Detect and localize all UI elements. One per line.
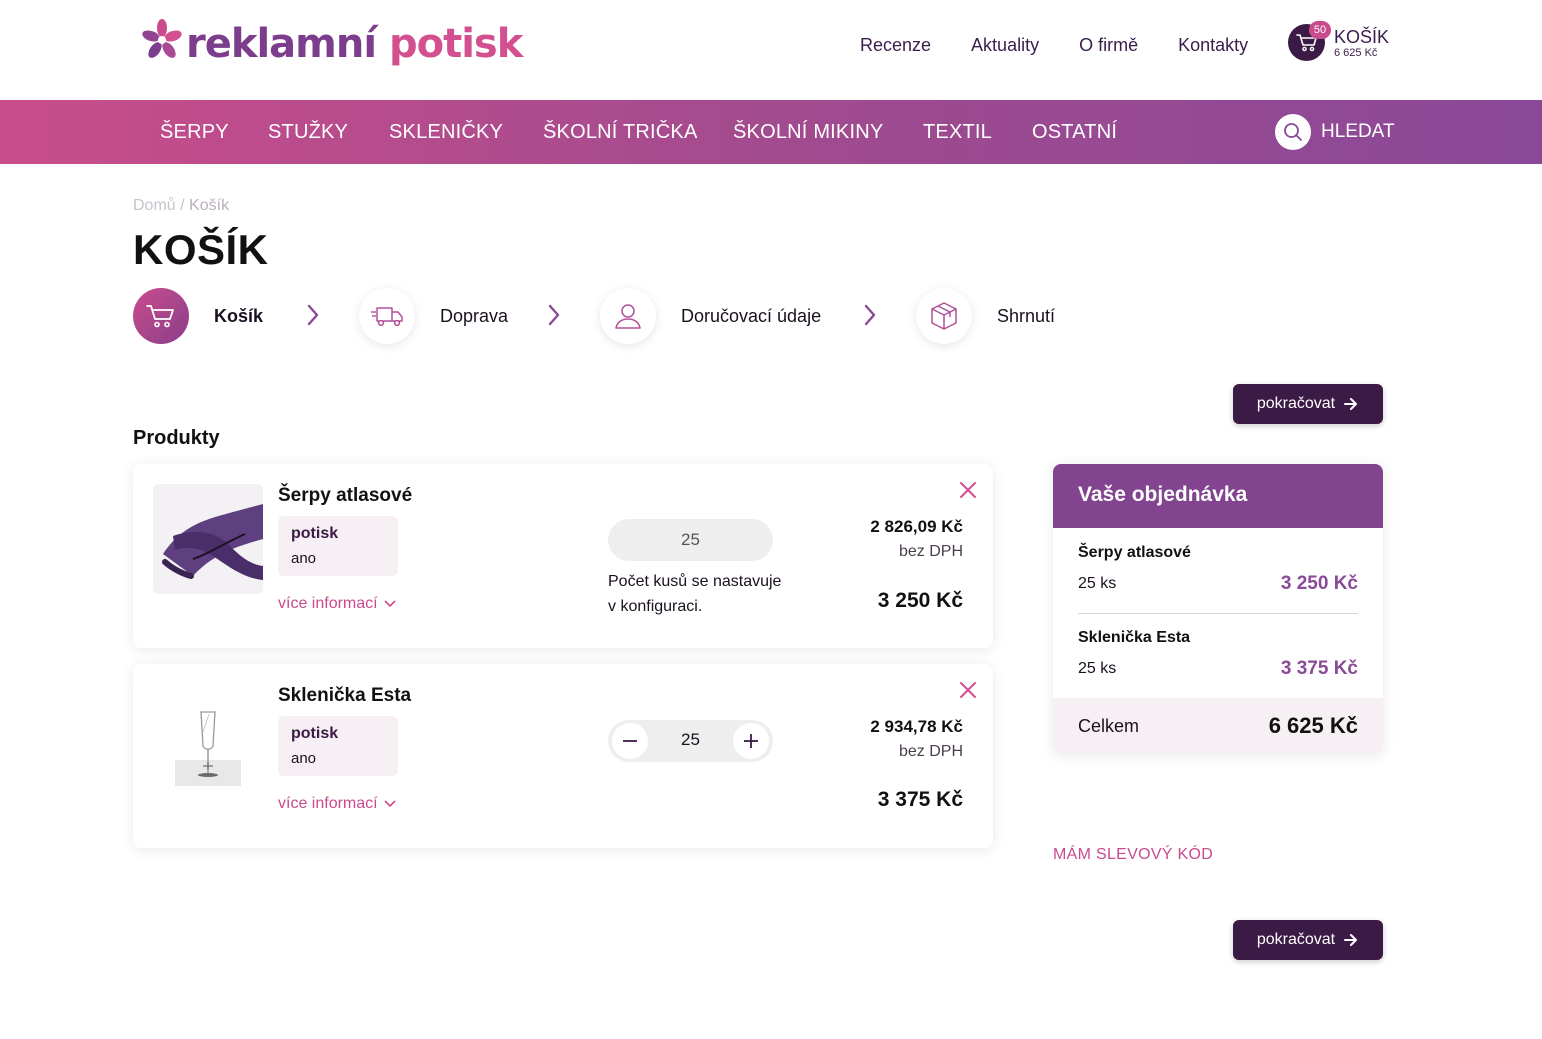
step-label: Shrnutí: [997, 305, 1056, 326]
continue-label: pokračovat: [1256, 395, 1336, 412]
total-value: 6 625 Kč: [1268, 713, 1358, 738]
cart-sum: 6 625 Kč: [1334, 46, 1378, 59]
increase-quantity-button[interactable]: [733, 723, 769, 759]
chevron-right-icon: [547, 303, 561, 332]
step-label: Košík: [214, 305, 264, 326]
page-title: KOŠÍK: [133, 226, 269, 273]
more-info-link[interactable]: více informací: [278, 795, 396, 813]
discount-code-link[interactable]: MÁM SLEVOVÝ KÓD: [1053, 846, 1213, 864]
logo[interactable]: reklamní potisk: [142, 18, 523, 70]
site-header: reklamní potisk Recenze Aktuality O firm…: [0, 0, 1542, 100]
product-card: Sklenička Esta potisk ano více informací…: [133, 664, 993, 848]
more-info-link[interactable]: více informací: [278, 595, 396, 613]
box-icon: [916, 288, 972, 344]
cart-icon: [133, 288, 189, 344]
nav-skolni-mikiny[interactable]: ŠKOLNÍ MIKINY: [733, 120, 883, 144]
chevron-right-icon: [306, 303, 320, 332]
topnav-kontakty[interactable]: Kontakty: [1178, 33, 1248, 57]
quantity-stepper: 25: [608, 720, 773, 762]
arrow-right-icon: [1344, 934, 1358, 946]
topnav-aktuality[interactable]: Aktuality: [971, 33, 1039, 57]
cart-count-badge: 50: [1309, 21, 1331, 39]
price-net-label: bez DPH: [898, 743, 963, 760]
summary-item-price: 3 375 Kč: [1280, 658, 1358, 679]
divider: [1078, 613, 1358, 614]
breadcrumb-home[interactable]: Domů: [133, 197, 176, 214]
top-navigation: Recenze Aktuality O firmě Kontakty: [860, 33, 1288, 57]
more-info-label: více informací: [278, 595, 378, 612]
nav-textil[interactable]: TEXTIL: [923, 120, 992, 144]
more-info-label: více informací: [278, 795, 378, 812]
option-value: ano: [291, 550, 317, 567]
plus-icon: [744, 734, 758, 748]
remove-item-icon[interactable]: [958, 680, 978, 700]
chevron-down-icon: [384, 600, 396, 608]
summary-item: Sklenička Esta 25 ks 3 375 Kč: [1078, 629, 1358, 679]
summary-item-name: Sklenička Esta: [1078, 629, 1191, 646]
header-cart[interactable]: 50 KOŠÍK 6 625 Kč: [1288, 21, 1390, 61]
continue-label: pokračovat: [1256, 931, 1336, 948]
product-name[interactable]: Sklenička Esta: [278, 685, 411, 707]
summary-item-price: 3 250 Kč: [1280, 573, 1358, 594]
product-option: potisk ano: [278, 516, 398, 576]
step-label: Doprava: [440, 305, 509, 326]
step-summary[interactable]: Shrnutí: [916, 288, 1055, 344]
arrow-right-icon: [1344, 398, 1358, 410]
breadcrumb: Domů / Košík: [133, 197, 229, 215]
price-gross: 3 250 Kč: [877, 589, 963, 612]
user-icon: [600, 288, 656, 344]
summary-total: Celkem 6 625 Kč: [1053, 698, 1383, 754]
option-value: ano: [291, 750, 317, 767]
option-key: potisk: [291, 725, 339, 742]
product-option: potisk ano: [278, 716, 398, 776]
order-summary-title: Vaše objednávka: [1053, 464, 1383, 528]
price-net-label: bez DPH: [898, 543, 963, 560]
continue-button-bottom[interactable]: pokračovat: [1233, 920, 1383, 960]
product-image-glass[interactable]: [153, 684, 263, 794]
breadcrumb-current: Košík: [189, 197, 230, 214]
product-image-sash[interactable]: [153, 484, 263, 594]
topnav-recenze[interactable]: Recenze: [860, 33, 931, 57]
price-net: 2 826,09 Kč: [870, 517, 963, 536]
nav-skolni-tricka[interactable]: ŠKOLNÍ TRIČKA: [543, 120, 698, 144]
step-shipping[interactable]: Doprava: [359, 288, 508, 344]
topnav-o-firme[interactable]: O firmě: [1079, 33, 1138, 57]
summary-item-qty: 25 ks: [1078, 660, 1117, 677]
search-label: HLEDAT: [1321, 121, 1395, 142]
order-summary: Vaše objednávka Šerpy atlasové 25 ks 3 2…: [1053, 464, 1383, 754]
quantity-note: Počet kusů se nastavuje v konfiguraci.: [608, 573, 782, 615]
quantity-display-disabled: 25: [608, 519, 773, 561]
breadcrumb-separator: /: [180, 197, 185, 214]
remove-item-icon[interactable]: [958, 480, 978, 500]
chevron-down-icon: [384, 800, 396, 808]
logo-word-1: reklamní: [186, 21, 377, 67]
cart-title: KOŠÍK: [1334, 26, 1390, 47]
logo-flower-icon: [142, 18, 182, 70]
nav-stuzky[interactable]: STUŽKY: [268, 120, 348, 144]
summary-item: Šerpy atlasové 25 ks 3 250 Kč: [1078, 544, 1358, 594]
price-gross: 3 375 Kč: [877, 788, 963, 811]
step-label: Doručovací údaje: [681, 305, 822, 326]
products-title: Produkty: [133, 427, 220, 449]
nav-serpy[interactable]: ŠERPY: [160, 120, 229, 144]
total-label: Celkem: [1078, 716, 1140, 736]
search-button[interactable]: HLEDAT: [1275, 114, 1395, 150]
product-card: Šerpy atlasové potisk ano více informací…: [133, 464, 993, 648]
category-navbar: ŠERPY STUŽKY SKLENIČKY ŠKOLNÍ TRIČKA ŠKO…: [0, 100, 1542, 164]
chevron-right-icon: [863, 303, 877, 332]
product-name[interactable]: Šerpy atlasové: [278, 485, 412, 507]
step-delivery-details[interactable]: Doručovací údaje: [600, 288, 821, 344]
summary-item-name: Šerpy atlasové: [1078, 544, 1191, 561]
summary-item-qty: 25 ks: [1078, 575, 1117, 592]
nav-ostatni[interactable]: OSTATNÍ: [1032, 120, 1117, 144]
price-net: 2 934,78 Kč: [870, 717, 963, 736]
cart-icon: 50: [1288, 21, 1331, 61]
logo-word-2: potisk: [388, 21, 523, 67]
option-key: potisk: [291, 525, 339, 542]
step-cart[interactable]: Košík: [133, 288, 263, 344]
continue-button-top[interactable]: pokračovat: [1233, 384, 1383, 424]
truck-icon: [359, 288, 415, 344]
search-icon: [1275, 114, 1311, 150]
nav-sklenicky[interactable]: SKLENIČKY: [389, 120, 503, 144]
